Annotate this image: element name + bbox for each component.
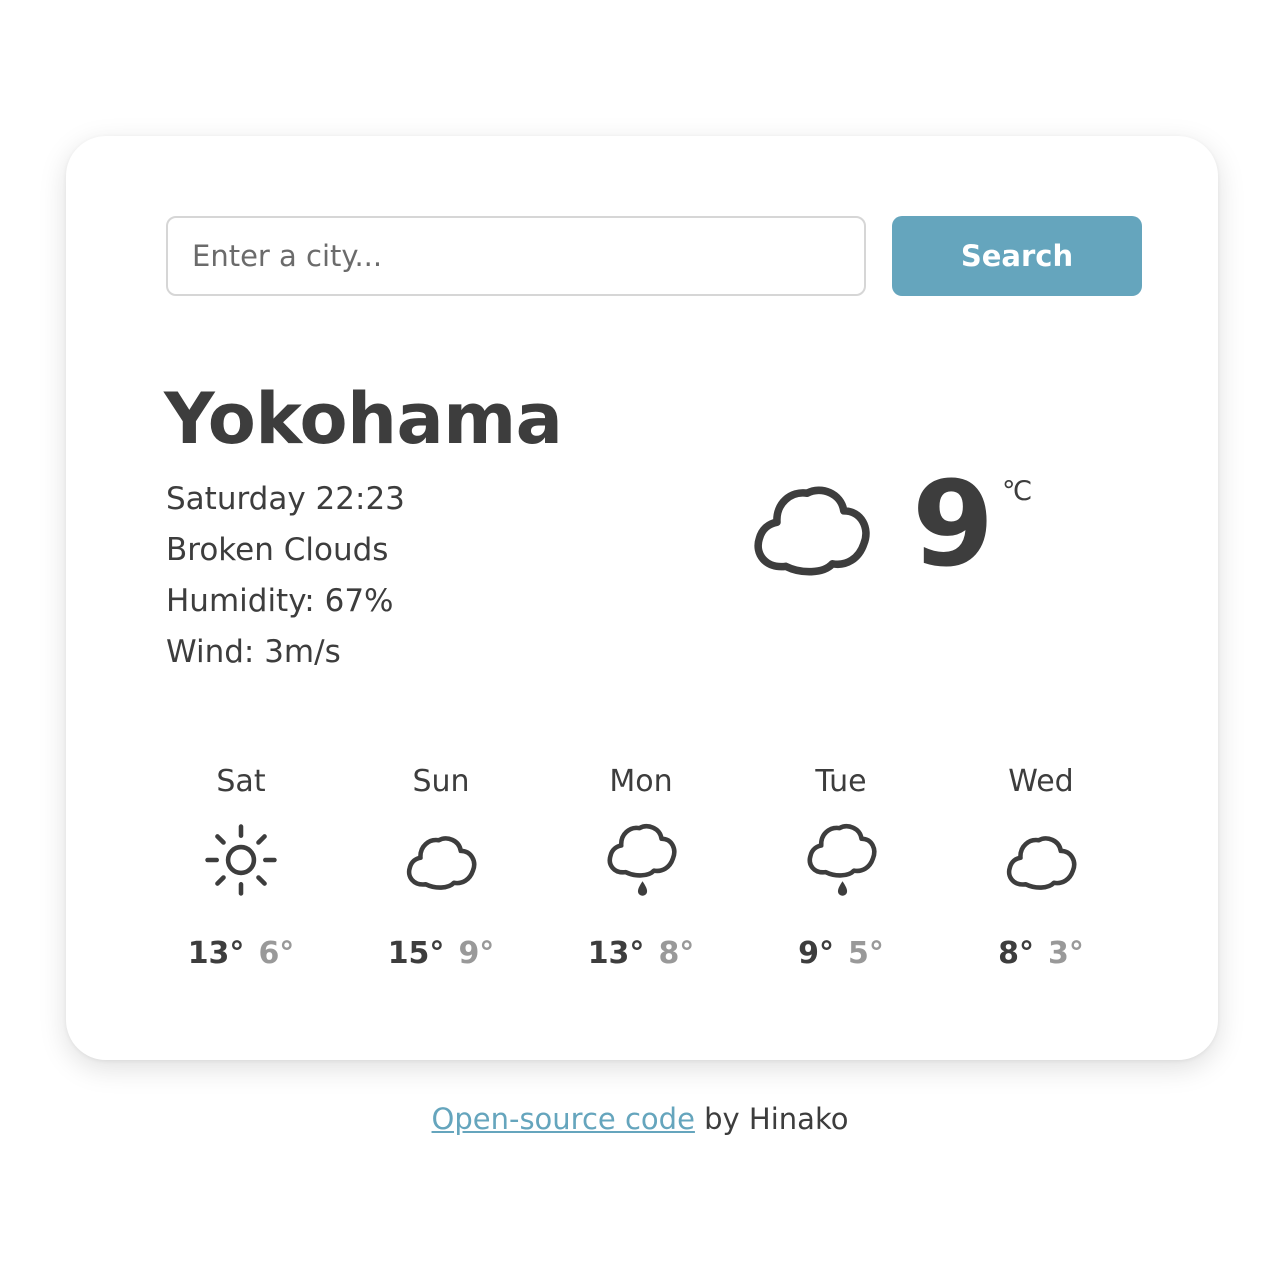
footer: Open-source code by Hinako: [0, 1102, 1280, 1136]
forecast-day-name: Wed: [1008, 764, 1074, 799]
city-name: Yokohama: [164, 378, 563, 460]
cloud-icon: [748, 472, 874, 580]
cloud-icon: [403, 828, 479, 892]
forecast-high: 13°: [187, 936, 245, 971]
sun-icon: [203, 822, 279, 898]
forecast-day-name: Tue: [815, 764, 867, 799]
weather-card: Search Yokohama Saturday 22:23 Broken Cl…: [66, 136, 1218, 1060]
forecast-high: 9°: [798, 936, 834, 971]
forecast-temperatures: 8° 3°: [941, 936, 1141, 971]
forecast-temperatures: 9° 5°: [741, 936, 941, 971]
forecast-high: 15°: [387, 936, 445, 971]
rain-cloud-icon: [803, 822, 879, 898]
wind: Wind: 3m/s: [166, 634, 341, 670]
forecast-low: 9°: [458, 936, 495, 971]
forecast-day-name: Sat: [216, 764, 266, 799]
forecast-high: 13°: [587, 936, 645, 971]
forecast-day: Tue 9° 5°: [741, 756, 941, 986]
footer-author: by Hinako: [694, 1102, 849, 1136]
forecast-temperatures: 15° 9°: [341, 936, 541, 971]
forecast-high: 8°: [998, 936, 1034, 971]
weather-details: Saturday 22:23 Broken Clouds Humidity: 6…: [166, 474, 405, 678]
city-search-input[interactable]: [166, 216, 866, 296]
forecast-low: 6°: [258, 936, 295, 971]
temperature-unit: ℃: [1002, 476, 1033, 507]
forecast-low: 3°: [1048, 936, 1084, 971]
forecast-low: 8°: [658, 936, 695, 971]
search-button[interactable]: Search: [892, 216, 1142, 296]
weather-description: Broken Clouds: [166, 532, 389, 568]
date-time: Saturday 22:23: [166, 481, 405, 517]
forecast-day-name: Sun: [412, 764, 470, 799]
source-code-link[interactable]: Open-source code: [432, 1102, 695, 1136]
forecast-day: Sun 15° 9°: [341, 756, 541, 986]
forecast-low: 5°: [848, 936, 884, 971]
rain-cloud-icon: [603, 822, 679, 898]
forecast-temperatures: 13° 6°: [141, 936, 341, 971]
forecast-day: Mon 13° 8°: [541, 756, 741, 986]
forecast-day: Wed 8° 3°: [941, 756, 1141, 986]
cloud-icon: [1003, 828, 1079, 892]
forecast-day-name: Mon: [609, 764, 673, 799]
humidity: Humidity: 67%: [166, 583, 394, 619]
forecast-day: Sat 13° 6°: [141, 756, 341, 986]
forecast-temperatures: 13° 8°: [541, 936, 741, 971]
forecast: Sat 13° 6° Sun 15° 9° Mon 13° 8° Tue 9° 5°: [141, 756, 1141, 986]
current-temperature: 9: [912, 455, 995, 593]
